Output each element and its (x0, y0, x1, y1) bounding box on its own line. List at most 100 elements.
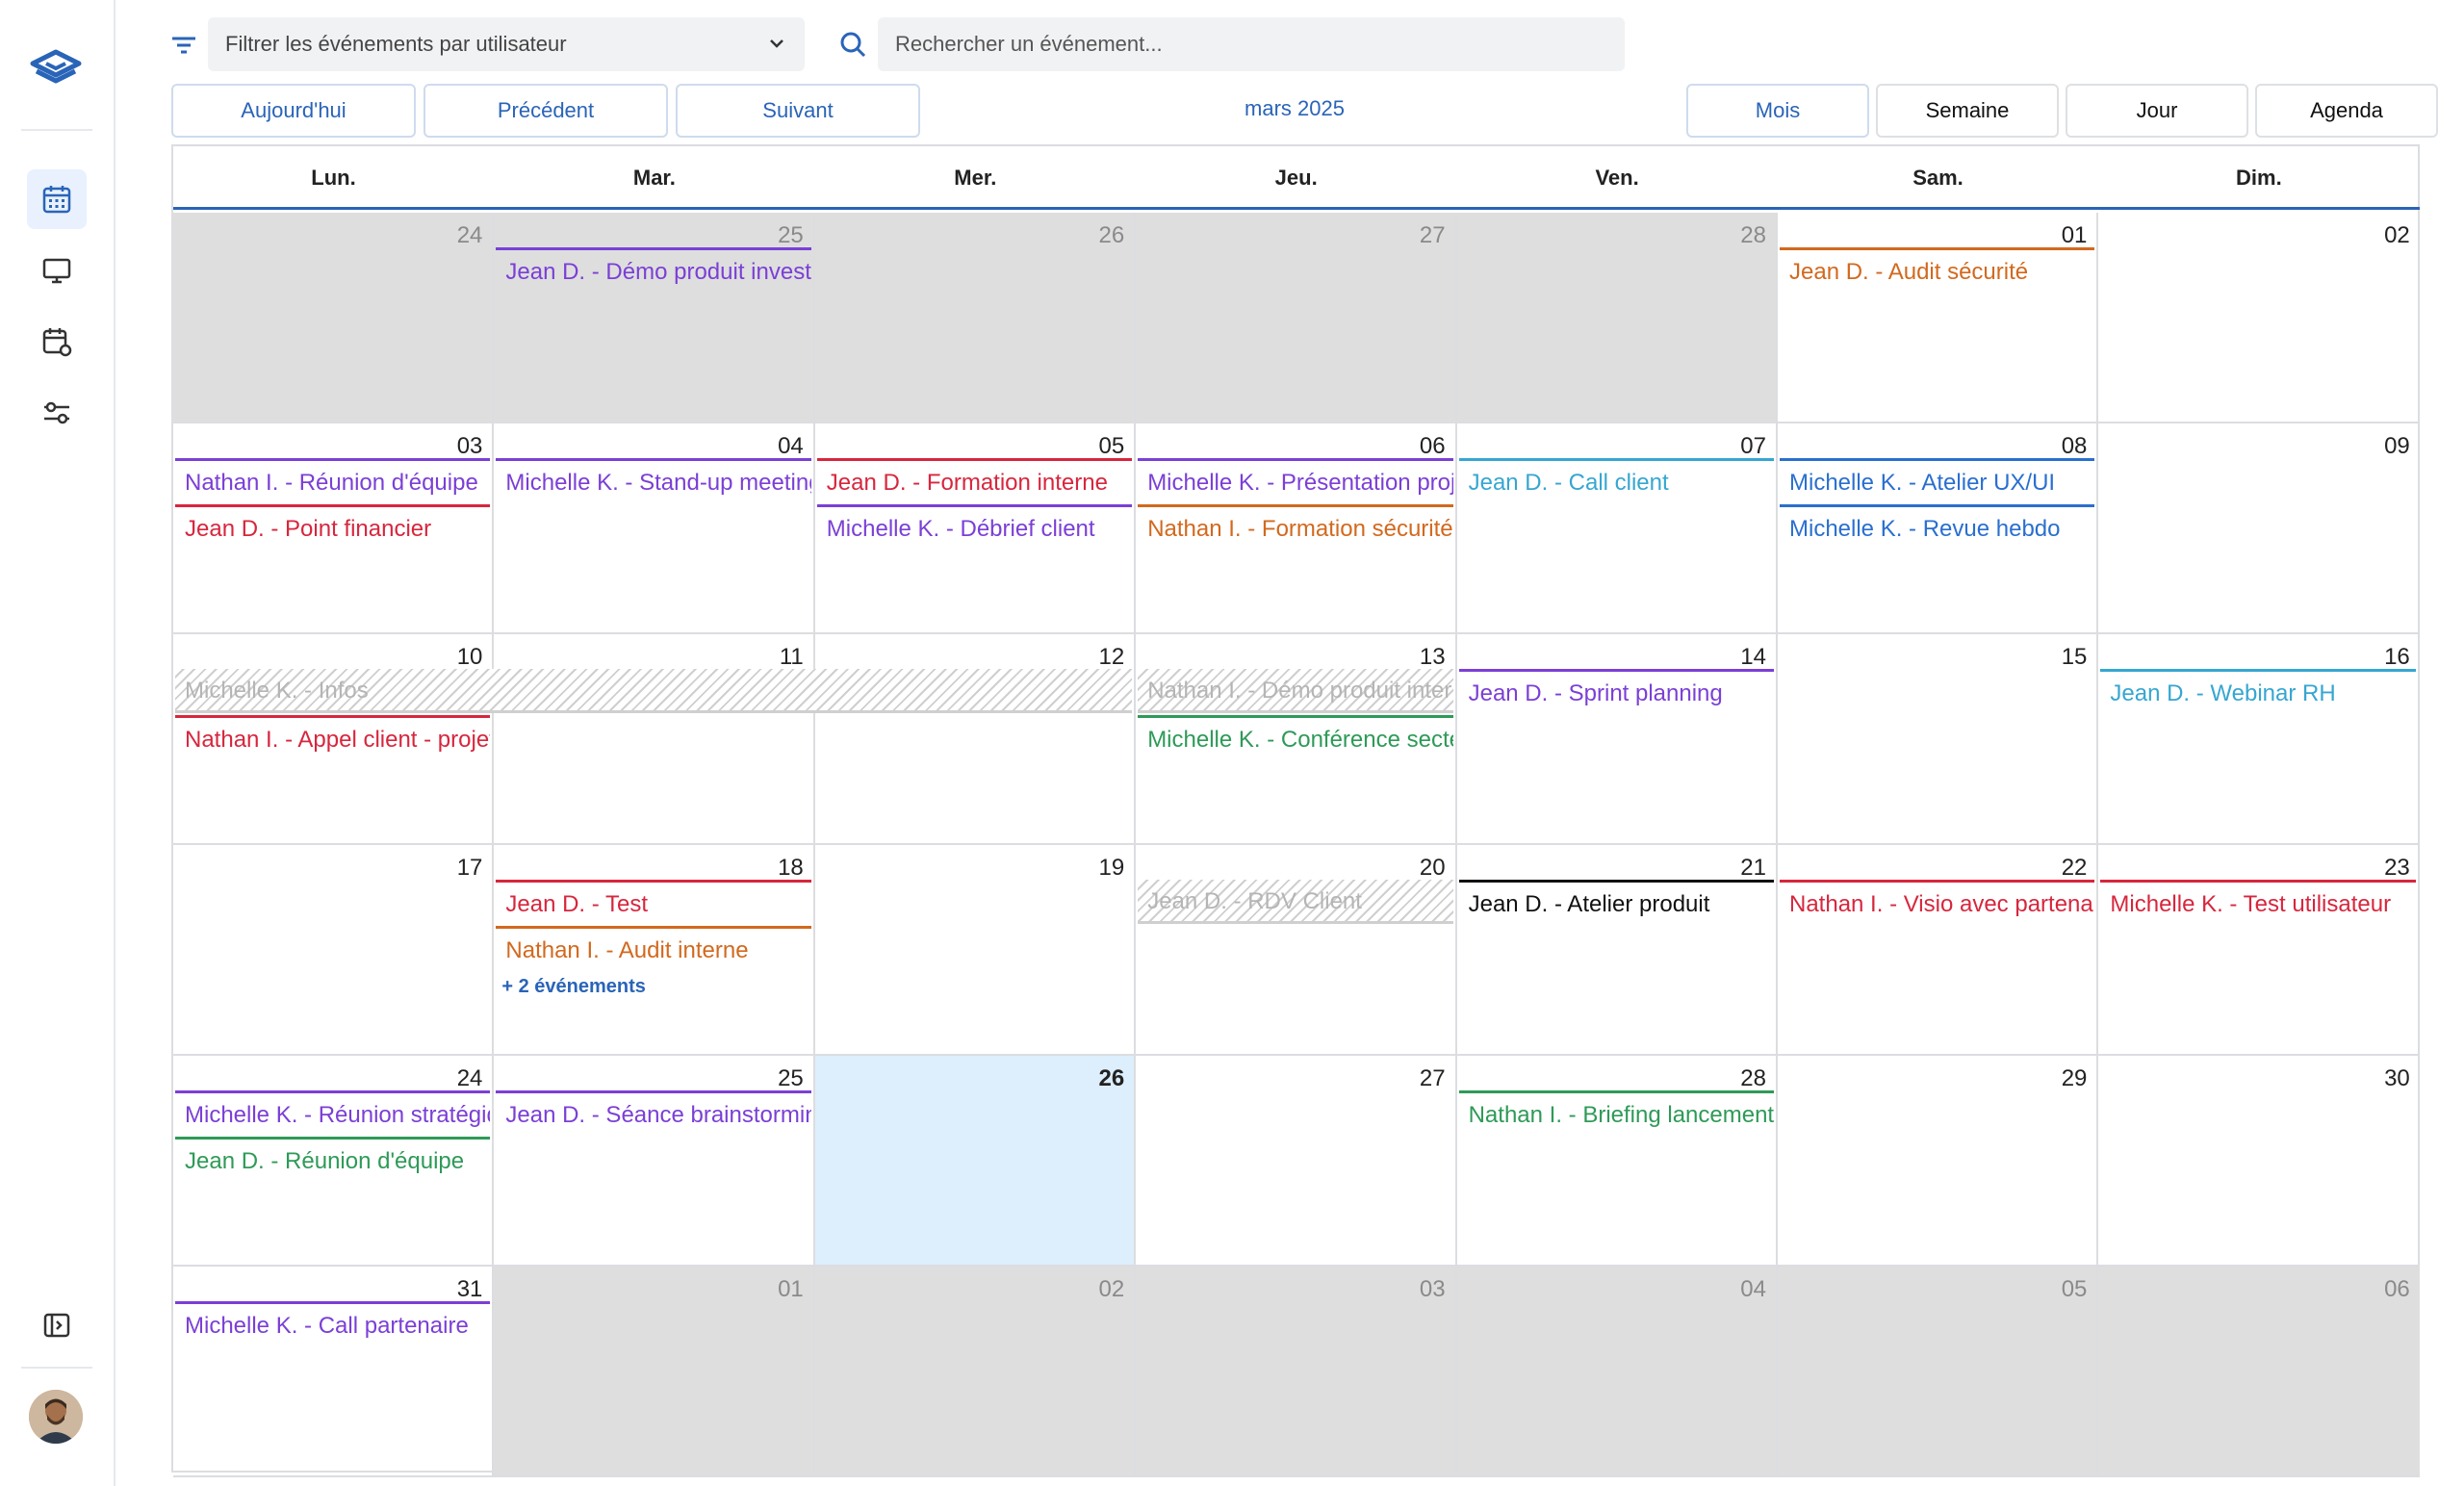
day-number[interactable]: 14 (1740, 644, 1766, 671)
day-number[interactable]: 07 (1740, 433, 1766, 460)
day-number[interactable]: 25 (778, 222, 804, 249)
day-cell[interactable]: 20 (1136, 845, 1457, 1056)
day-number[interactable]: 11 (780, 644, 804, 671)
day-number[interactable]: 05 (2062, 1276, 2088, 1303)
filter-icon[interactable] (169, 31, 198, 60)
day-cell[interactable]: 26 (814, 213, 1137, 423)
sidebar-item-monitor[interactable] (27, 241, 87, 300)
app-logo-icon[interactable] (29, 48, 83, 90)
day-cell[interactable]: 23 (2098, 845, 2420, 1056)
day-number[interactable]: 21 (1740, 855, 1766, 882)
search-input[interactable] (878, 17, 1625, 71)
previous-button[interactable]: Précédent (424, 84, 668, 138)
day-number[interactable]: 13 (1420, 644, 1446, 671)
day-number[interactable]: 03 (457, 433, 483, 460)
view-day-button[interactable]: Jour (2066, 84, 2248, 138)
day-cell[interactable]: 04 (1456, 1267, 1778, 1477)
day-cell[interactable]: 03 (1136, 1267, 1457, 1477)
day-number[interactable]: 23 (2384, 855, 2410, 882)
day-cell[interactable]: 28 (1456, 213, 1778, 423)
day-cell[interactable]: 05 (1778, 1267, 2099, 1477)
calendar-event[interactable]: Michelle K. - Présentation projet (1138, 458, 1453, 502)
day-number[interactable]: 18 (778, 855, 804, 882)
day-cell[interactable]: 04 (494, 423, 815, 634)
day-cell[interactable]: 02 (2098, 213, 2420, 423)
day-number[interactable]: 25 (778, 1065, 804, 1092)
day-number[interactable]: 05 (1098, 433, 1124, 460)
day-number[interactable]: 01 (778, 1276, 804, 1303)
day-number[interactable]: 31 (457, 1276, 483, 1303)
today-button[interactable]: Aujourd'hui (171, 84, 416, 138)
calendar-event[interactable]: Michelle K. - Call partenaire (175, 1301, 491, 1345)
day-cell[interactable]: 17 (173, 845, 495, 1056)
day-cell[interactable]: 02 (814, 1267, 1137, 1477)
calendar-event[interactable]: Michelle K. - Revue hebdo (1780, 504, 2095, 549)
day-cell[interactable]: 25 (494, 1056, 815, 1267)
day-number[interactable]: 01 (2062, 222, 2088, 249)
day-number[interactable]: 27 (1420, 1065, 1446, 1092)
day-cell[interactable]: 29 (1778, 1056, 2099, 1267)
day-cell[interactable]: 19 (814, 845, 1137, 1056)
day-number[interactable]: 22 (2062, 855, 2088, 882)
view-week-button[interactable]: Semaine (1876, 84, 2059, 138)
day-number[interactable]: 29 (2062, 1065, 2088, 1092)
day-number[interactable]: 30 (2384, 1065, 2410, 1092)
day-cell[interactable]: 28 (1456, 1056, 1778, 1267)
day-cell[interactable]: 27 (1136, 1056, 1457, 1267)
calendar-event[interactable]: Jean D. - Formation interne (816, 458, 1133, 502)
user-avatar[interactable] (29, 1390, 83, 1444)
calendar-event[interactable]: Michelle K. - Atelier UX/UI (1780, 458, 2095, 502)
calendar-event[interactable]: Michelle K. - Stand-up meeting (496, 458, 811, 502)
day-cell[interactable]: 22 (1778, 845, 2099, 1056)
calendar-event[interactable]: Nathan I. - Briefing lancement (1458, 1090, 1774, 1135)
calendar-event[interactable]: Jean D. - Réunion d'équipe (175, 1137, 491, 1181)
sidebar-item-calendar[interactable] (27, 169, 87, 229)
day-number[interactable]: 24 (457, 222, 483, 249)
calendar-event[interactable]: Michelle K. - Débrief client (816, 504, 1133, 549)
day-number[interactable]: 12 (1098, 644, 1124, 671)
sidebar-collapse-button[interactable] (27, 1295, 87, 1355)
day-number[interactable]: 28 (1740, 222, 1766, 249)
day-number[interactable]: 20 (1420, 855, 1446, 882)
day-cell[interactable]: 07 (1456, 423, 1778, 634)
day-cell[interactable]: 30 (2098, 1056, 2420, 1267)
day-number[interactable]: 10 (457, 644, 483, 671)
day-cell[interactable]: 15 (1778, 634, 2099, 845)
day-cell[interactable]: 06 (2098, 1267, 2420, 1477)
calendar-event[interactable]: Nathan I. - Formation sécurité (1138, 504, 1453, 549)
day-cell[interactable]: 09 (2098, 423, 2420, 634)
sidebar-item-schedule[interactable] (27, 312, 87, 372)
day-number[interactable]: 26 (1098, 222, 1124, 249)
view-month-button[interactable]: Mois (1686, 84, 1869, 138)
day-cell[interactable]: 12 (814, 634, 1137, 845)
day-cell[interactable]: 26 (814, 1056, 1137, 1267)
calendar-event[interactable]: Jean D. - Démo produit investisseurs (496, 247, 811, 292)
calendar-event[interactable]: Nathan I. - Appel client - projet (175, 715, 491, 759)
calendar-event[interactable]: Nathan I. - Audit interne (496, 926, 811, 970)
day-number[interactable]: 06 (2384, 1276, 2410, 1303)
calendar-event[interactable]: Michelle K. - Test utilisateur (2100, 880, 2416, 924)
day-cell[interactable]: 11 (494, 634, 815, 845)
day-number[interactable]: 02 (1098, 1276, 1124, 1303)
day-number[interactable]: 28 (1740, 1065, 1766, 1092)
day-cell[interactable]: 14 (1456, 634, 1778, 845)
calendar-event[interactable]: Jean D. - Audit sécurité (1780, 247, 2095, 292)
day-number[interactable]: 09 (2384, 433, 2410, 460)
day-number[interactable]: 04 (1740, 1276, 1766, 1303)
day-cell[interactable]: 01 (1778, 213, 2099, 423)
day-number[interactable]: 08 (2062, 433, 2088, 460)
calendar-event[interactable]: Jean D. - Atelier produit (1458, 880, 1774, 924)
calendar-event[interactable]: Nathan I. - Démo produit interne (1138, 669, 1453, 713)
day-number[interactable]: 06 (1420, 433, 1446, 460)
day-cell[interactable]: 27 (1136, 213, 1457, 423)
day-cell[interactable]: 31 (173, 1267, 495, 1477)
day-number[interactable]: 03 (1420, 1276, 1446, 1303)
day-cell[interactable]: 25 (494, 213, 815, 423)
day-cell[interactable]: 01 (494, 1267, 815, 1477)
calendar-event[interactable]: Jean D. - Séance brainstorming (496, 1090, 811, 1135)
day-cell[interactable]: 16 (2098, 634, 2420, 845)
day-number[interactable]: 15 (2062, 644, 2088, 671)
view-agenda-button[interactable]: Agenda (2255, 84, 2438, 138)
day-number[interactable]: 27 (1420, 222, 1446, 249)
calendar-event[interactable]: Michelle K. - Conférence secteur (1138, 715, 1453, 759)
